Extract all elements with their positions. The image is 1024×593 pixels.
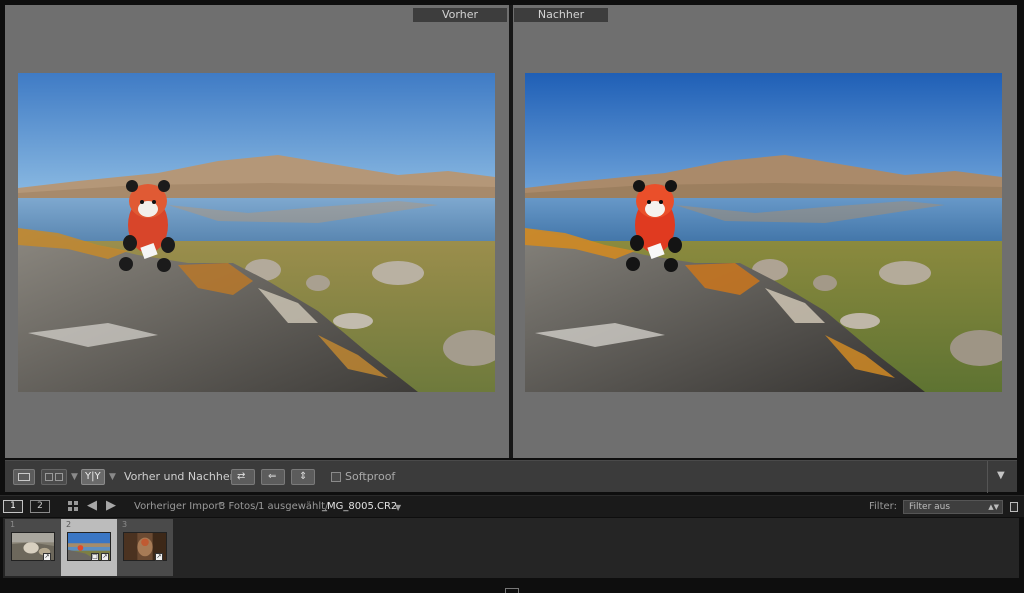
edited-badge-icon: ↗ (43, 553, 51, 561)
arrow-updown-icon: ⇕ (299, 471, 308, 482)
loupe-view-button[interactable] (13, 469, 35, 485)
before-after-split-button[interactable]: Y|Y (81, 469, 105, 485)
secondary-monitor-button[interactable]: 2 (30, 500, 50, 513)
primary-monitor-button[interactable]: 1 (3, 500, 23, 513)
filename-dropdown-icon[interactable]: ▼ (395, 501, 401, 515)
split-yy-label: Y|Y (85, 471, 101, 482)
current-filename[interactable]: _MG_8005.CR2 (322, 500, 397, 514)
filter-select[interactable]: Filter aus ▲▼ (903, 500, 1003, 514)
back-arrow-icon[interactable]: ◀ (87, 498, 97, 514)
swap-before-after-button[interactable]: ⇕ (291, 469, 315, 485)
before-after-label: Vorher und Nachher: (124, 470, 238, 483)
filter-label: Filter: (869, 501, 897, 512)
before-panel: Vorher (5, 5, 509, 458)
arrow-left-icon: ⇐ (268, 471, 277, 482)
develop-toolbar: ▼ Y|Y ▼ Vorher und Nachher: ⇄ ⇐ ⇕ Softpr… (5, 460, 1017, 493)
filter-dropdown-icon: ▲▼ (988, 503, 999, 511)
filter-lock-icon[interactable] (1010, 502, 1018, 512)
filter-value: Filter aus (909, 502, 951, 512)
compare-right-icon (55, 473, 63, 481)
thumb-index: 2 (66, 520, 72, 529)
split-mode-dropdown-icon[interactable]: ▼ (109, 471, 116, 483)
compare-left-icon (45, 473, 53, 481)
copy-before-to-after-button[interactable]: ⇄ (231, 469, 255, 485)
filmstrip: 1 ↗ 2 □ ↗ 3 ↗ (3, 518, 1019, 578)
selected-count: 1 ausgewählt/ (258, 501, 329, 512)
filmstrip-header: 1 2 ◀ ▶ Vorheriger Import 3 Fotos/ 1 aus… (0, 495, 1024, 517)
view-mode-dropdown-icon[interactable]: ▼ (71, 471, 78, 483)
softproof-checkbox[interactable] (331, 472, 341, 482)
photo-count: 3 Fotos/ (219, 501, 259, 512)
toolbar-options-dropdown-icon[interactable]: ▼ (997, 470, 1005, 482)
forward-arrow-icon[interactable]: ▶ (106, 498, 116, 514)
edited-badge-icon: ↗ (101, 553, 109, 561)
loupe-icon (18, 473, 30, 481)
before-label: Vorher (413, 8, 507, 22)
crop-badge-icon: □ (91, 553, 99, 561)
thumb-index: 3 (122, 520, 128, 529)
lightroom-develop-window: Vorher Nachher ▼ Y|Y ▼ Vorher und Nachhe… (0, 0, 1024, 593)
after-photo[interactable] (525, 73, 1002, 392)
filmstrip-thumb-3[interactable]: 3 ↗ (117, 519, 173, 576)
grid-view-icon[interactable] (68, 501, 79, 512)
bottom-panel-toggle-icon[interactable] (505, 588, 519, 593)
softproof-label: Softproof (345, 470, 396, 483)
after-label: Nachher (514, 8, 608, 22)
after-panel: Nachher (513, 5, 1017, 458)
before-photo[interactable] (18, 73, 495, 392)
copy-after-to-before-button[interactable]: ⇐ (261, 469, 285, 485)
filmstrip-thumb-2[interactable]: 2 □ ↗ (61, 519, 117, 576)
filmstrip-thumb-1[interactable]: 1 ↗ (5, 519, 61, 576)
edited-badge-icon: ↗ (155, 553, 163, 561)
toolbar-separator (987, 461, 988, 493)
thumb-index: 1 (10, 520, 16, 529)
swap-arrows-icon: ⇄ (237, 471, 246, 482)
before-after-left-right-button[interactable] (41, 469, 67, 485)
source-label[interactable]: Vorheriger Import (134, 500, 222, 514)
